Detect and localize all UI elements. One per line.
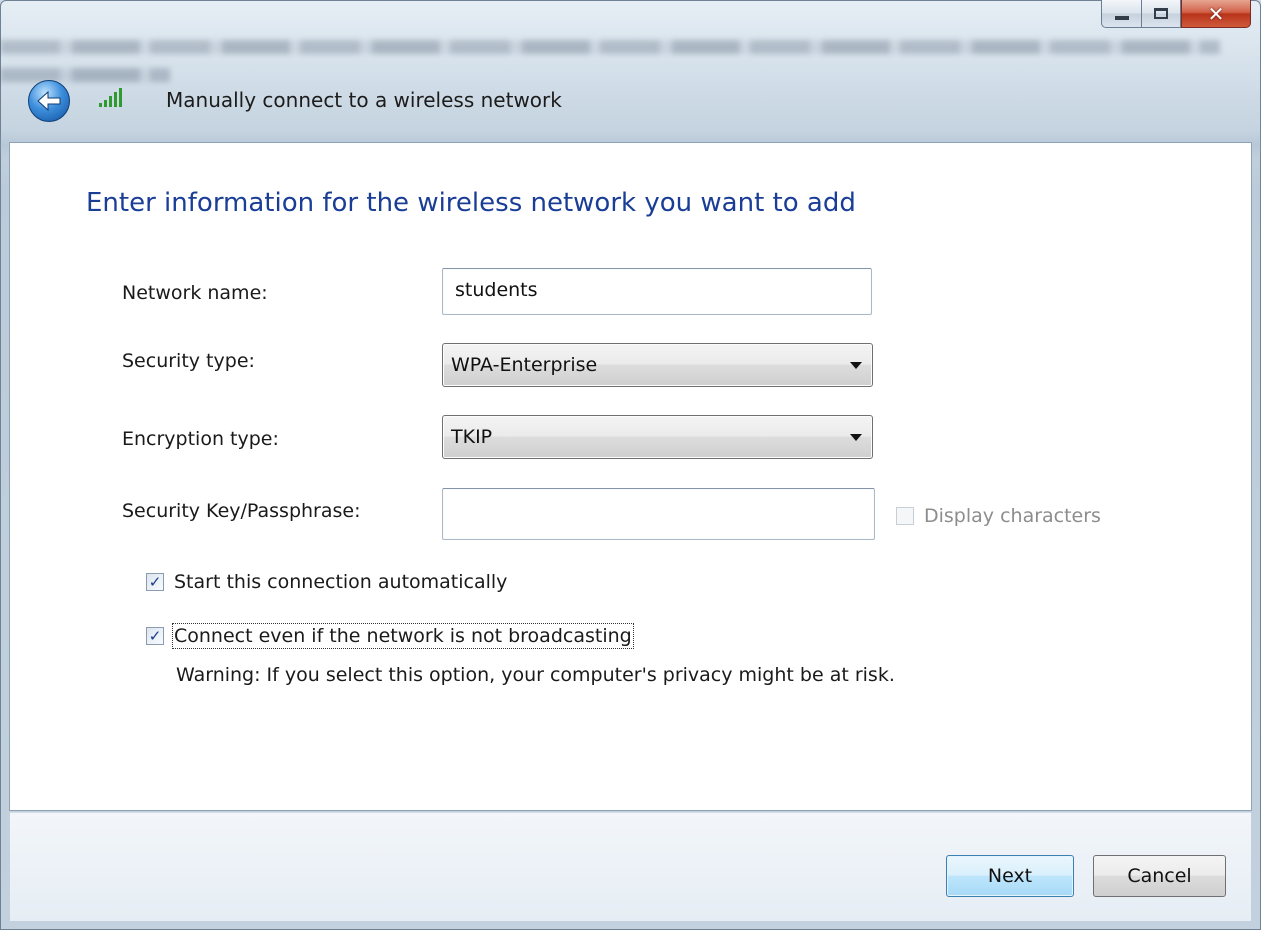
display-characters-checkbox[interactable] bbox=[896, 507, 914, 525]
security-key-input[interactable] bbox=[442, 488, 875, 540]
encryption-type-value: TKIP bbox=[451, 426, 493, 448]
maximize-icon bbox=[1154, 8, 1168, 19]
next-button[interactable]: Next bbox=[946, 855, 1074, 897]
network-name-label: Network name: bbox=[122, 282, 268, 304]
content-panel bbox=[9, 142, 1252, 811]
security-type-dropdown[interactable]: WPA-Enterprise bbox=[442, 343, 873, 387]
minimize-icon bbox=[1114, 15, 1129, 20]
chevron-down-icon bbox=[850, 434, 862, 441]
back-arrow-icon bbox=[37, 90, 61, 112]
chevron-down-icon bbox=[850, 362, 862, 369]
encryption-type-label: Encryption type: bbox=[122, 428, 279, 450]
checkmark-icon: ✓ bbox=[148, 572, 162, 591]
wireless-signal-icon bbox=[99, 88, 122, 107]
display-characters-label: Display characters bbox=[924, 505, 1101, 527]
close-button[interactable]: ✕ bbox=[1181, 0, 1251, 28]
checkmark-icon: ✓ bbox=[148, 626, 162, 645]
network-name-input[interactable]: students bbox=[442, 268, 872, 315]
security-key-label: Security Key/Passphrase: bbox=[122, 500, 361, 522]
background-blur bbox=[0, 68, 170, 82]
page-heading: Enter information for the wireless netwo… bbox=[86, 188, 856, 218]
caption-buttons: ✕ bbox=[1101, 0, 1251, 28]
cancel-button[interactable]: Cancel bbox=[1093, 855, 1226, 897]
connect-hidden-label[interactable]: Connect even if the network is not broad… bbox=[172, 623, 634, 649]
maximize-button[interactable] bbox=[1141, 0, 1181, 28]
encryption-type-dropdown[interactable]: TKIP bbox=[442, 415, 873, 459]
connect-hidden-checkbox[interactable]: ✓ bbox=[146, 627, 164, 645]
start-automatically-label[interactable]: Start this connection automatically bbox=[174, 571, 507, 593]
privacy-warning-text: Warning: If you select this option, your… bbox=[176, 664, 895, 686]
background-blur bbox=[0, 40, 1220, 54]
start-automatically-checkbox[interactable]: ✓ bbox=[146, 573, 164, 591]
window-title: Manually connect to a wireless network bbox=[166, 88, 562, 112]
minimize-button[interactable] bbox=[1101, 0, 1141, 28]
security-type-value: WPA-Enterprise bbox=[451, 354, 598, 376]
close-icon: ✕ bbox=[1207, 1, 1225, 26]
back-button[interactable] bbox=[28, 80, 70, 122]
security-type-label: Security type: bbox=[122, 350, 255, 372]
